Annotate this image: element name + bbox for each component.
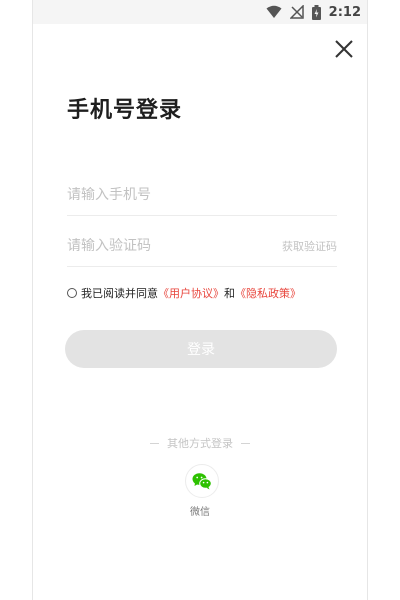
page-title: 手机号登录	[67, 98, 183, 123]
verification-code-input[interactable]	[67, 238, 257, 254]
status-bar: 2:12	[33, 0, 367, 24]
no-signal-icon	[289, 5, 304, 19]
close-icon	[335, 40, 353, 58]
agreement-prefix: 我已阅读并同意	[81, 287, 158, 300]
phone-field-row	[67, 175, 337, 216]
agreement-row: 我已阅读并同意 《用户协议》 和 《隐私政策》	[67, 285, 301, 301]
other-login-divider: 其他方式登录	[33, 435, 367, 451]
wifi-icon	[266, 5, 282, 18]
close-button[interactable]	[333, 38, 355, 60]
status-icons: 2:12	[266, 3, 361, 21]
phone-input[interactable]	[67, 187, 257, 203]
get-code-button[interactable]: 获取验证码	[282, 238, 337, 254]
privacy-policy-link[interactable]: 《隐私政策》	[235, 285, 301, 301]
code-field-row: 获取验证码	[67, 226, 337, 267]
divider-line-right	[241, 442, 250, 444]
wechat-label: 微信	[190, 507, 210, 518]
wechat-icon	[192, 473, 212, 490]
user-agreement-link[interactable]: 《用户协议》	[158, 285, 224, 301]
login-page: 2:12 手机号登录 获取验证码 我已阅读并同意 《用户协议》 和 《隐私政策》…	[32, 0, 368, 600]
wechat-login-button[interactable]	[185, 464, 219, 498]
screen: 2:12 手机号登录 获取验证码 我已阅读并同意 《用户协议》 和 《隐私政策》…	[0, 0, 400, 600]
status-time: 2:12	[328, 4, 361, 20]
divider-line-left	[150, 442, 159, 444]
other-login-label: 其他方式登录	[167, 437, 233, 450]
login-button[interactable]: 登录	[65, 330, 337, 368]
agreement-radio[interactable]	[67, 288, 77, 298]
battery-icon	[311, 4, 321, 20]
agreement-conjunction: 和	[224, 287, 235, 300]
